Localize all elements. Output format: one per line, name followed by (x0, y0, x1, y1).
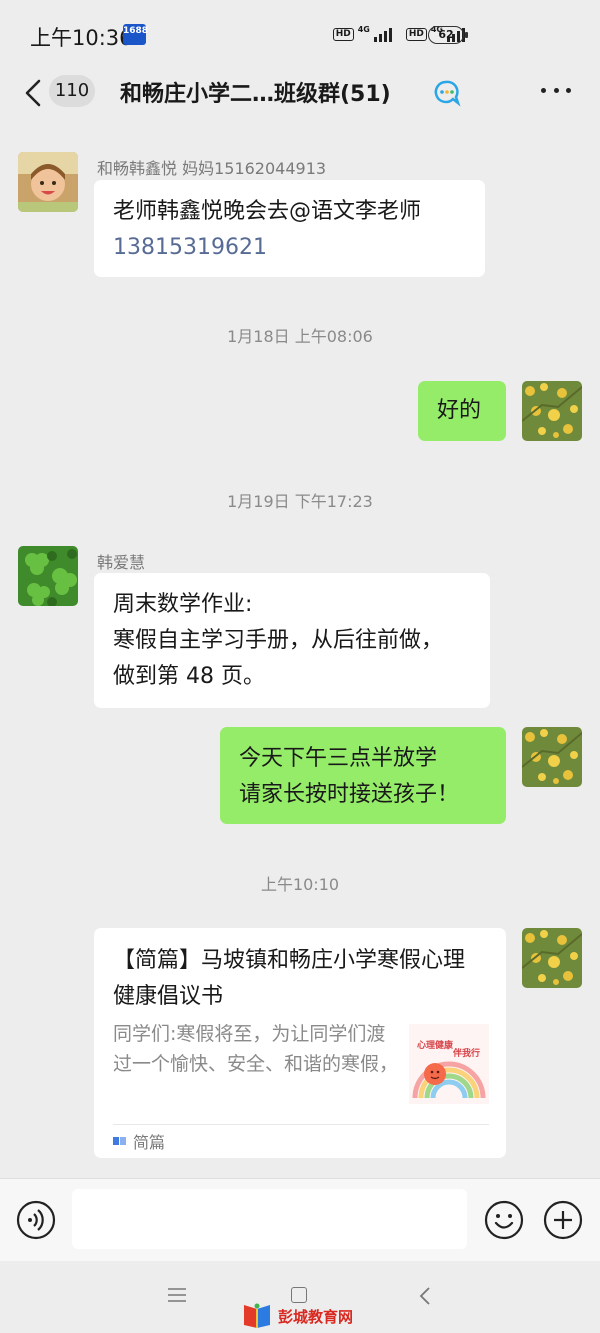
timestamp: 1月18日 上午08:06 (227, 327, 373, 346)
sender-name: 韩爱慧 (97, 553, 146, 572)
message-text-line: 做到第 48 页。 (113, 664, 265, 689)
hd-badge-2: HD (405, 27, 427, 41)
nav-back-icon[interactable] (418, 1287, 432, 1305)
unread-count-badge[interactable]: 110 (49, 75, 95, 107)
article-link-card[interactable]: 【简篇】马坡镇和畅庄小学寒假心理健康倡议书 同学们:寒假将至，为让同学们渡过一个… (94, 928, 506, 1158)
watermark: 彭城教育网 (242, 1303, 353, 1329)
timestamp: 上午10:10 (260, 875, 340, 894)
message-bubble-incoming[interactable]: 周末数学作业: 寒假自主学习手册，从后往前做， 做到第 48 页。 (94, 573, 490, 708)
chat-title: 和畅庄小学二…班级群(51) (120, 82, 391, 107)
thumb-caption: 心理健康 (417, 1041, 454, 1051)
group-chat-icon (434, 80, 461, 107)
system-nav-bar: 彭城教育网 (0, 1261, 600, 1333)
home-icon[interactable] (291, 1287, 307, 1303)
message-text: 老师韩鑫悦晚会去@语文李老师 (113, 199, 422, 224)
avatar-child[interactable] (18, 152, 78, 212)
emoji-icon[interactable] (484, 1200, 524, 1240)
book-logo-icon (244, 1303, 270, 1328)
card-title: 【简篇】马坡镇和畅庄小学寒假心理健康倡议书 (113, 948, 466, 1009)
status-bar: 上午10:36 1688 HD 4G HD 4G 62 (0, 0, 600, 70)
sender-name: 和畅韩鑫悦 妈妈15162044913 (97, 159, 327, 178)
rainbow-sun-image (409, 1024, 489, 1104)
message-text-line: 寒假自主学习手册，从后往前做， (113, 628, 444, 653)
card-source-label: 简篇 (133, 1133, 166, 1152)
signal-icon (373, 26, 392, 42)
avatar-clover[interactable] (18, 546, 78, 606)
app-1688-icon: 1688 (123, 24, 148, 45)
avatar-self[interactable] (522, 381, 582, 441)
timestamp: 1月19日 下午17:23 (227, 492, 373, 511)
status-time: 上午10:36 (30, 26, 133, 50)
message-text-line: 周末数学作业: (113, 592, 253, 617)
hd-badge: HD (332, 27, 354, 41)
message-input[interactable] (72, 1189, 467, 1249)
avatar-self[interactable] (522, 727, 582, 787)
network-label: 4G (357, 24, 370, 34)
message-input-bar (0, 1178, 600, 1261)
message-text: 好的 (437, 398, 482, 423)
card-source: 简篇 (113, 1129, 165, 1153)
card-thumbnail: 心理健康 伴我行 (409, 1024, 489, 1104)
message-text-line: 请家长按时接送孩子！ (239, 782, 460, 807)
watermark-text: 彭城教育网 (278, 1307, 354, 1326)
plus-icon[interactable] (543, 1200, 583, 1240)
back-chevron-icon[interactable] (22, 78, 46, 108)
message-bubble-outgoing[interactable]: 今天下午三点半放学 请家长按时接送孩子！ (220, 727, 506, 824)
message-bubble-incoming[interactable]: 老师韩鑫悦晚会去@语文李老师 13815319621 (94, 180, 485, 277)
card-divider (113, 1124, 489, 1125)
recent-apps-icon[interactable] (168, 1288, 186, 1302)
more-options-icon[interactable] (541, 88, 571, 96)
avatar-self[interactable] (522, 928, 582, 988)
battery-icon: 62 (428, 26, 468, 44)
voice-input-icon[interactable] (16, 1200, 56, 1240)
phone-number-link[interactable]: 13815319621 (113, 230, 466, 266)
card-description: 同学们:寒假将至，为让同学们渡过一个愉快、安全、和谐的寒假， (113, 1023, 399, 1075)
message-bubble-outgoing[interactable]: 好的 (418, 381, 506, 441)
chat-header: 110 和畅庄小学二…班级群(51) (0, 70, 600, 125)
message-text-line: 今天下午三点半放学 (239, 746, 438, 771)
thumb-caption: 伴我行 (453, 1049, 481, 1059)
jianpian-logo-icon (113, 1137, 126, 1145)
